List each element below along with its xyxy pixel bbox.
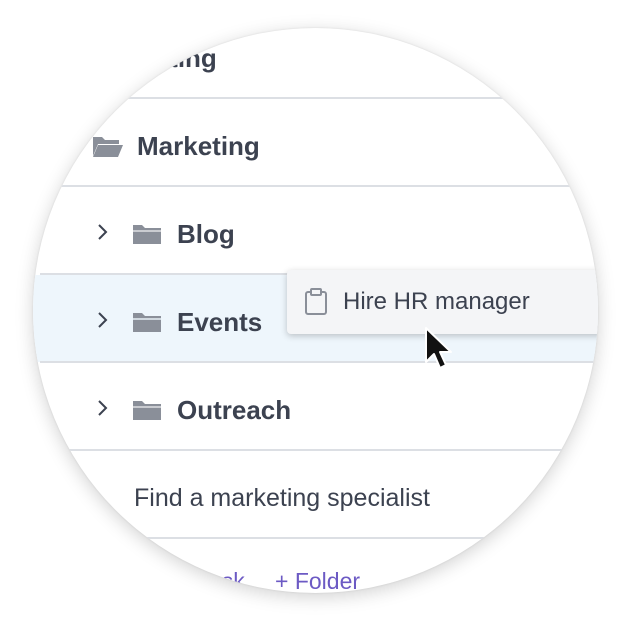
folder-icon <box>133 401 161 420</box>
tree-item-label: Events <box>177 307 263 337</box>
task-label: Find a marketing specialist <box>134 484 430 512</box>
tree-row-marketing[interactable]: Marketing <box>33 99 598 186</box>
chevron-right-icon[interactable] <box>95 398 111 418</box>
mouse-cursor-icon <box>425 327 452 369</box>
add-folder-button[interactable]: + Folder <box>275 568 360 593</box>
tree-row-task[interactable]: Find a marketing specialist <box>33 451 598 538</box>
folder-icon <box>133 225 161 244</box>
row-divider <box>40 537 598 539</box>
tree-row-blog[interactable]: Blog <box>33 187 598 274</box>
clipboard-icon <box>305 288 327 315</box>
tree-row-marketing-parent[interactable]: Marketing <box>33 28 598 99</box>
screenshot-stage: Marketing Marketing Blog Events Outreach… <box>0 0 627 627</box>
tree-item-label: Blog <box>177 219 235 249</box>
drag-preview-card[interactable]: Hire HR manager <box>287 270 598 334</box>
zoom-lens: Marketing Marketing Blog Events Outreach… <box>33 28 598 593</box>
chevron-right-icon[interactable] <box>95 310 111 330</box>
tree-item-label: Outreach <box>177 395 292 425</box>
add-task-button[interactable]: + Task <box>178 568 245 593</box>
folder-icon <box>133 313 161 332</box>
folder-open-icon <box>93 137 123 157</box>
tree-row-outreach[interactable]: Outreach <box>33 363 598 450</box>
folder-open-icon <box>49 49 79 69</box>
tree-item-label: Marketing <box>94 43 217 73</box>
drag-preview-label: Hire HR manager <box>343 288 530 315</box>
tree-item-label: Marketing <box>137 131 260 161</box>
chevron-right-icon[interactable] <box>95 222 111 242</box>
folder-tree: Marketing Marketing Blog Events Outreach… <box>33 28 598 593</box>
